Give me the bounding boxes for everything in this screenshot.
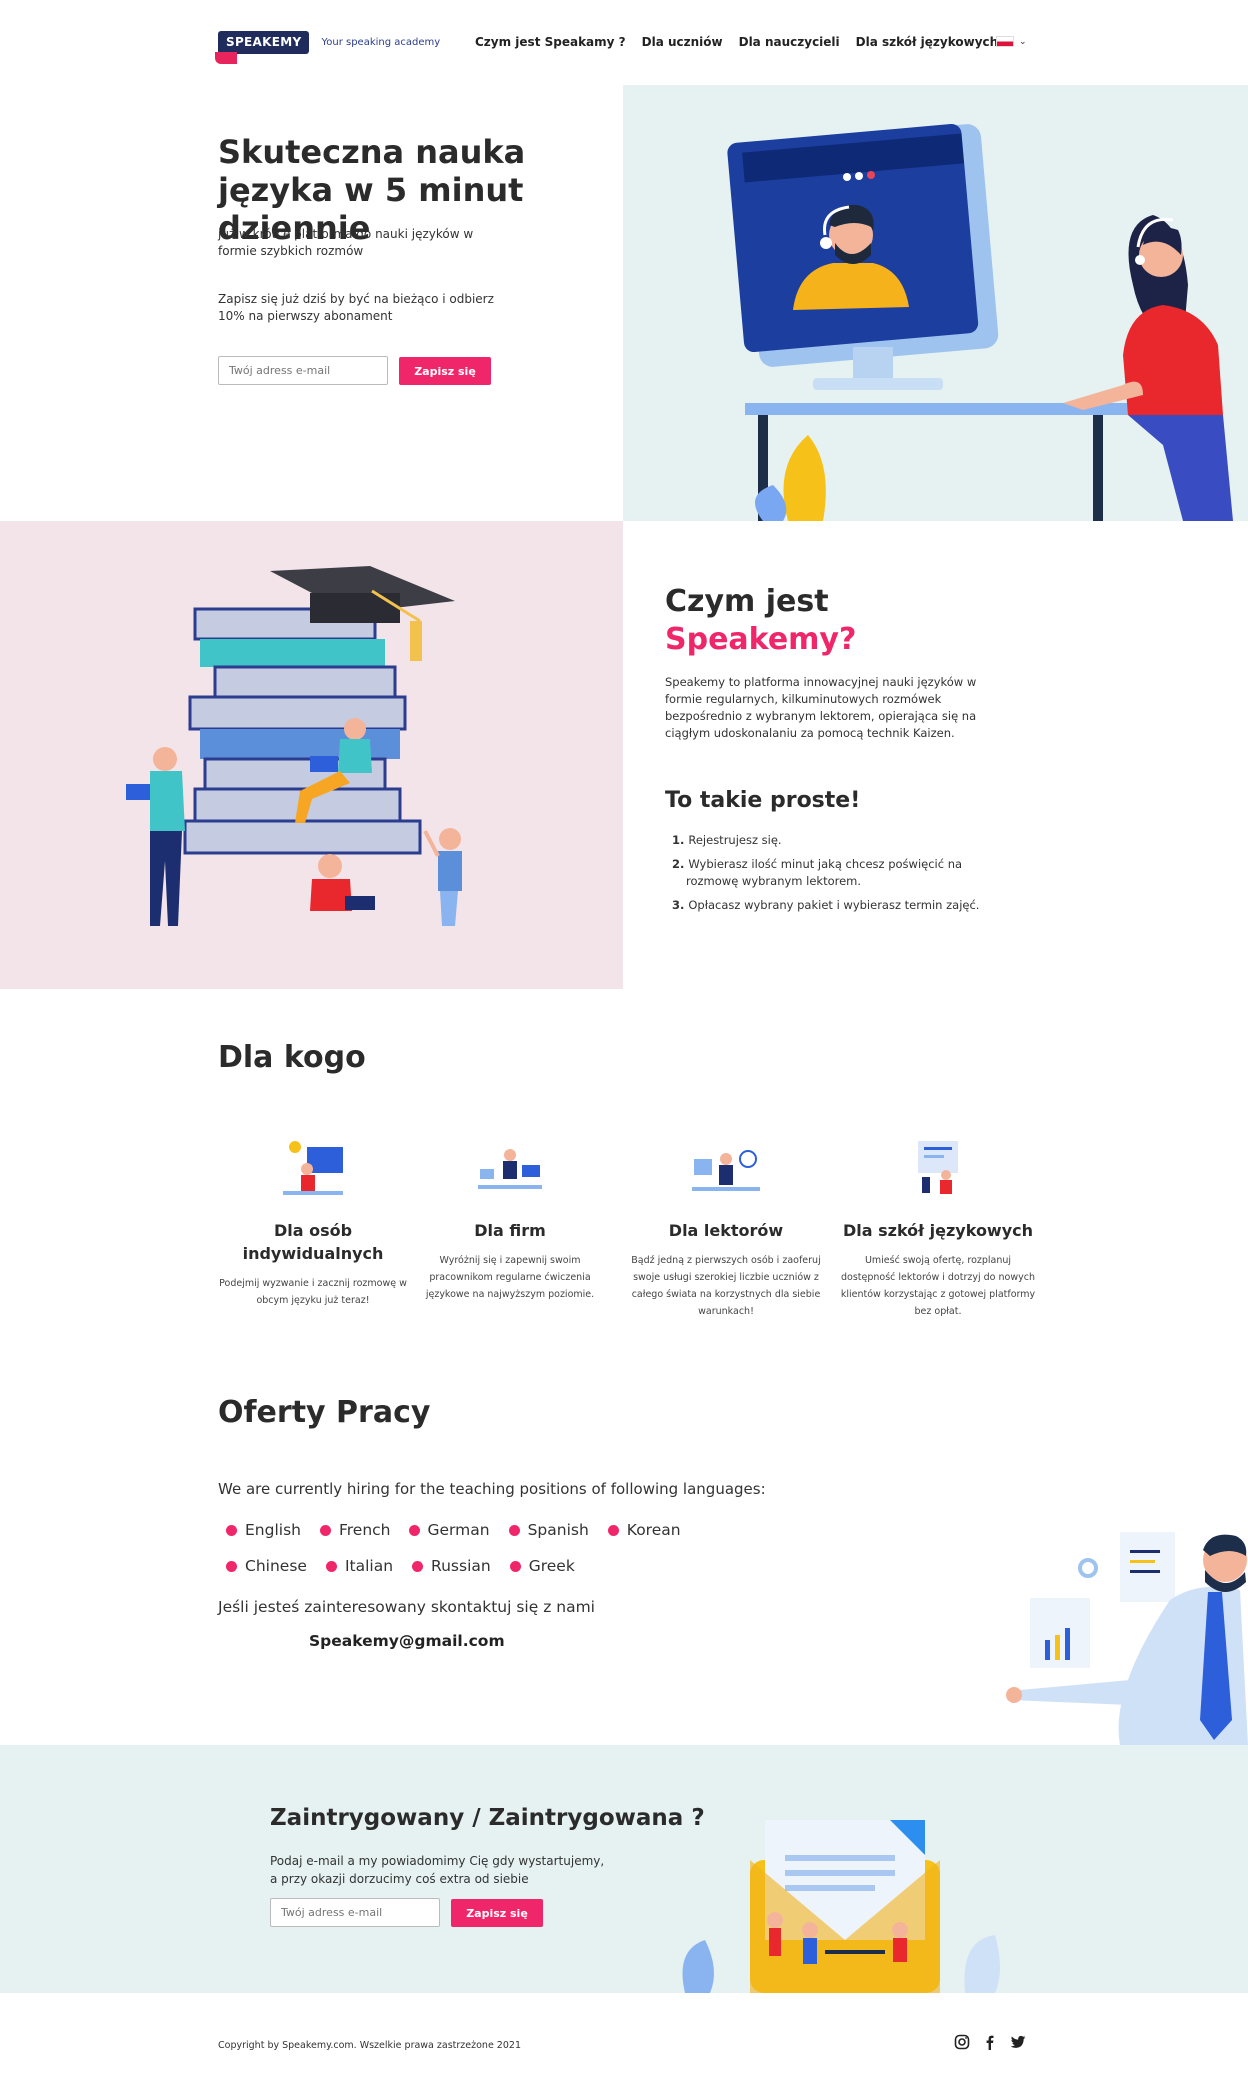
language-item: French bbox=[319, 1521, 391, 1539]
site-header: SPEAKEMY Your speaking academy Czym jest… bbox=[0, 0, 1248, 85]
for-whom-card-title: Dla firm bbox=[474, 1221, 546, 1240]
hero-email-input[interactable] bbox=[218, 356, 388, 385]
steps-title: To takie proste! bbox=[665, 788, 861, 813]
language-name: Greek bbox=[528, 1557, 575, 1575]
instagram-icon[interactable] bbox=[954, 2034, 970, 2050]
footer-copyright: Copyright by Speakemy.com. Wszelkie praw… bbox=[218, 2040, 521, 2051]
language-item: Italian bbox=[325, 1557, 394, 1575]
bullet-dot bbox=[508, 1524, 520, 1536]
step-item: 2. Wybierasz ilość minut jaką chcesz pośw… bbox=[672, 856, 992, 890]
company-icon bbox=[478, 1149, 542, 1189]
logo-badge: SPEAKEMY bbox=[215, 31, 310, 64]
for-whom-card-text: Wyróżnij się i zapewnij swoim pracowniko… bbox=[425, 1255, 595, 1300]
language-name: Italian bbox=[344, 1557, 394, 1575]
jobs-intro: We are currently hiring for the teaching… bbox=[218, 1480, 766, 1498]
logo-speech-tail bbox=[215, 52, 237, 64]
for-whom-card-title: Dla lektorów bbox=[668, 1221, 784, 1240]
for-whom-card-schools: Dla szkół językowych Umieść swoją ofertę… bbox=[838, 1135, 1038, 1320]
mail-envelope-illustration bbox=[682, 1820, 1000, 1993]
bullet-dot bbox=[509, 1560, 521, 1572]
businessman-presentation-illustration bbox=[1006, 1532, 1248, 1745]
for-whom-card-teachers: Dla lektorów Bądź jedną z pierwszych osó… bbox=[631, 1135, 821, 1320]
language-name: Korean bbox=[626, 1521, 681, 1539]
facebook-icon[interactable] bbox=[982, 2034, 998, 2050]
bullet-dot bbox=[412, 1560, 424, 1572]
bullet-dot bbox=[325, 1560, 337, 1572]
hero-illustration-panel bbox=[623, 85, 1248, 521]
languages-row-1: English French German Spanish Korean bbox=[226, 1521, 700, 1539]
nav-item-teachers[interactable]: Dla nauczycieli bbox=[739, 35, 840, 49]
nav-item-students[interactable]: Dla uczniów bbox=[642, 35, 723, 49]
logo-text: SPEAKEMY bbox=[226, 35, 302, 49]
for-whom-card-individuals: Dla osób indywidualnych Podejmij wyzwani… bbox=[218, 1135, 408, 1309]
step-number: 2. bbox=[672, 857, 685, 871]
bullet-dot bbox=[408, 1524, 420, 1536]
logo[interactable]: SPEAKEMY Your speaking academy bbox=[215, 31, 441, 64]
jobs-title: Oferty Pracy bbox=[218, 1395, 431, 1430]
newsletter-description: Podaj e-mail a my powiadomimy Cię gdy wy… bbox=[270, 1854, 605, 1886]
step-number: 3. bbox=[672, 898, 685, 912]
language-item: Spanish bbox=[508, 1521, 589, 1539]
newsletter-subscribe-button[interactable]: Zapisz się bbox=[451, 1899, 543, 1927]
for-whom-card-text: Umieść swoją ofertę, rozplanuj dostępnoś… bbox=[840, 1255, 1036, 1317]
pl-flag-icon bbox=[996, 36, 1014, 47]
bullet-dot bbox=[226, 1524, 237, 1536]
about-title-brand: Speakemy? bbox=[665, 622, 857, 657]
teacher-icon bbox=[692, 1150, 760, 1191]
step-number: 1. bbox=[672, 833, 685, 847]
about-description: Speakemy to platforma innowacyjnej nauki… bbox=[665, 675, 977, 740]
language-name: Spanish bbox=[527, 1521, 589, 1539]
hero-subscribe-button[interactable]: Zapisz się bbox=[399, 357, 491, 385]
language-item: Chinese bbox=[226, 1557, 307, 1575]
individual-learner-icon bbox=[283, 1141, 343, 1195]
newsletter-section bbox=[0, 1745, 1248, 1993]
language-name: Chinese bbox=[245, 1557, 307, 1575]
language-name: French bbox=[338, 1521, 391, 1539]
for-whom-card-companies: Dla firm Wyróżnij się i zapewnij swoim p… bbox=[415, 1135, 605, 1303]
language-item: Russian bbox=[412, 1557, 491, 1575]
for-whom-card-text: Bądź jedną z pierwszych osób i zaoferuj … bbox=[631, 1255, 821, 1317]
logo-tagline: Your speaking academy bbox=[321, 37, 441, 48]
language-item: German bbox=[408, 1521, 490, 1539]
language-name: German bbox=[427, 1521, 490, 1539]
language-name: English bbox=[245, 1521, 301, 1539]
step-text: Rejestrujesz się. bbox=[688, 833, 782, 847]
books-graduation-illustration bbox=[126, 566, 462, 926]
language-selector[interactable]: ⌄ bbox=[996, 36, 1027, 47]
newsletter-email-input[interactable] bbox=[270, 1898, 440, 1927]
social-links bbox=[954, 2034, 1026, 2050]
about-title-line1: Czym jest bbox=[665, 584, 829, 619]
jobs-contact-email[interactable]: Speakemy@gmail.com bbox=[309, 1632, 505, 1650]
twitter-icon[interactable] bbox=[1010, 2034, 1026, 2050]
chevron-down-icon: ⌄ bbox=[1019, 36, 1027, 47]
nav-item-what-is[interactable]: Czym jest Speakamy ? bbox=[475, 35, 626, 49]
hero-promo-text: Zapisz się już dziś by być na bieżąco i … bbox=[218, 292, 494, 323]
step-item: 1. Rejestrujesz się. bbox=[672, 832, 992, 849]
step-item: 3. Opłacasz wybrany pakiet i wybierasz te… bbox=[672, 897, 992, 914]
hero-subtitle: już w krótce platforma do nauki języków … bbox=[218, 227, 474, 258]
step-text: Wybierasz ilość minut jaką chcesz poświę… bbox=[686, 857, 963, 888]
for-whom-card-title: Dla szkół językowych bbox=[842, 1221, 1034, 1240]
video-call-illustration bbox=[727, 124, 1233, 521]
bullet-dot bbox=[319, 1524, 331, 1536]
about-illustration-panel bbox=[0, 521, 623, 989]
about-title: Czym jest Speakemy? bbox=[665, 583, 856, 659]
languages-row-2: Chinese Italian Russian Greek bbox=[226, 1557, 594, 1575]
language-item: Greek bbox=[509, 1557, 575, 1575]
jobs-contact-text: Jeśli jesteś zainteresowany skontaktuj s… bbox=[218, 1598, 595, 1616]
for-whom-title: Dla kogo bbox=[218, 1040, 366, 1075]
language-item: English bbox=[226, 1521, 301, 1539]
language-school-icon bbox=[918, 1141, 958, 1194]
newsletter-title: Zaintrygowany / Zaintrygowana ? bbox=[270, 1805, 705, 1831]
for-whom-card-text: Podejmij wyzwanie i zacznij rozmowę w ob… bbox=[219, 1278, 407, 1306]
bullet-dot bbox=[226, 1560, 237, 1572]
nav-item-schools[interactable]: Dla szkół językowych bbox=[856, 35, 999, 49]
bullet-dot bbox=[607, 1524, 619, 1536]
language-name: Russian bbox=[431, 1557, 491, 1575]
step-text: Opłacasz wybrany pakiet i wybierasz term… bbox=[688, 898, 980, 912]
main-nav: Czym jest Speakamy ? Dla uczniów Dla nau… bbox=[475, 35, 998, 49]
language-item: Korean bbox=[607, 1521, 681, 1539]
steps-list: 1. Rejestrujesz się. 2. Wybierasz ilość mi… bbox=[672, 832, 992, 921]
for-whom-card-title: Dla osób indywidualnych bbox=[242, 1221, 384, 1263]
